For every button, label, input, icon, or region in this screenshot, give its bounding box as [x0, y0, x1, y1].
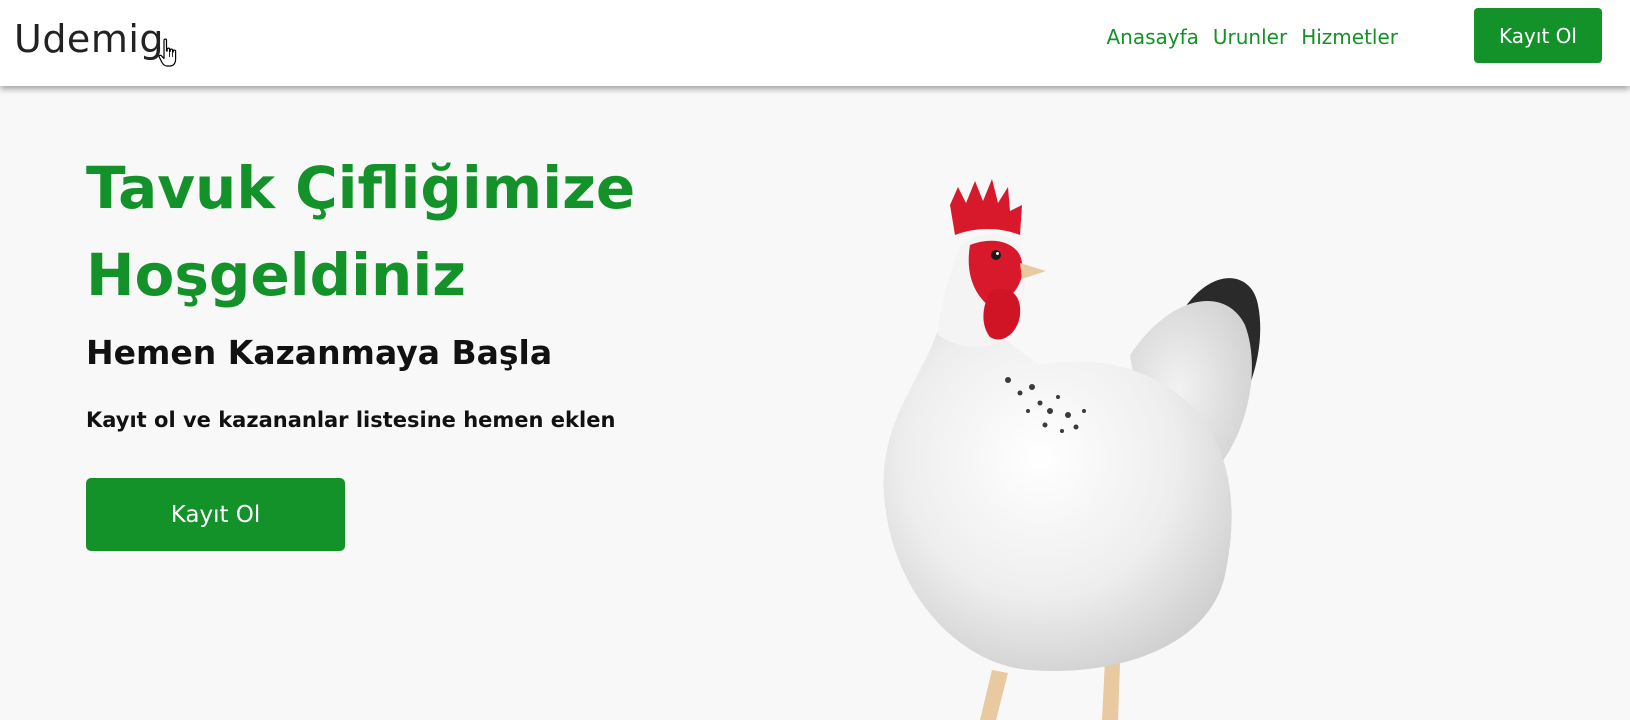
nav-link-hizmetler[interactable]: Hizmetler [1301, 22, 1398, 52]
hero-title: Tavuk Çifliğimize Hoşgeldiniz [86, 154, 636, 309]
navbar-signup-button[interactable]: Kayıt Ol [1474, 8, 1602, 63]
hero-subtitle: Hemen Kazanmaya Başla [86, 333, 553, 372]
hero-signup-button[interactable]: Kayıt Ol [86, 478, 345, 551]
nav-links: Anasayfa Urunler Hizmetler [1106, 22, 1398, 52]
hand-pointer-icon [158, 38, 177, 67]
navbar: Udemig Anasayfa Urunler Hizmetler Kayıt … [0, 0, 1630, 86]
chicken-image [883, 179, 1261, 720]
nav-link-urunler[interactable]: Urunler [1213, 22, 1287, 52]
brand-logo[interactable]: Udemig [14, 14, 164, 64]
nav-link-anasayfa[interactable]: Anasayfa [1106, 22, 1198, 52]
hero-description: Kayıt ol ve kazananlar listesine hemen e… [86, 408, 616, 432]
